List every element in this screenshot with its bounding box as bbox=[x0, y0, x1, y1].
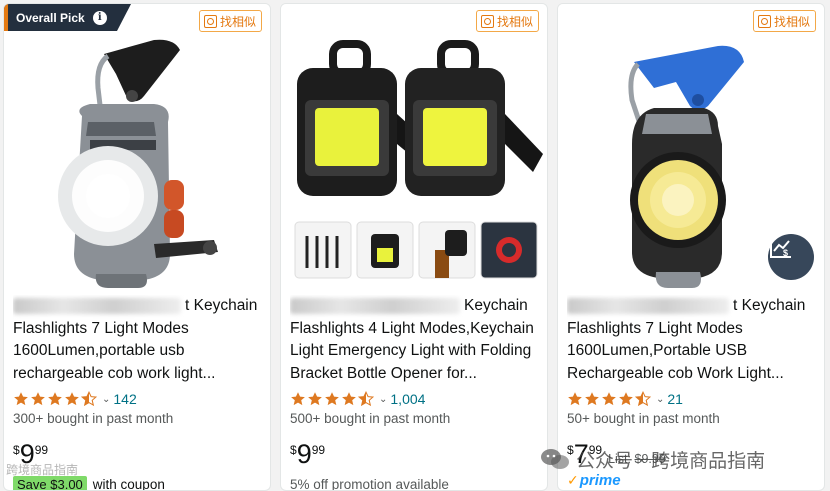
price-currency: $ bbox=[13, 443, 20, 457]
flashlight-image bbox=[58, 39, 218, 288]
star-half-icon bbox=[358, 391, 374, 407]
watermark: 公众号 · 跨境商品指南 bbox=[540, 444, 765, 474]
price-whole: 9 bbox=[296, 439, 312, 469]
product-grid: Overall Pick i 找相似 t Keychain Flashlight… bbox=[0, 0, 830, 491]
coupon-text: with coupon bbox=[92, 476, 165, 491]
search-similar-icon bbox=[480, 14, 494, 28]
bought-count: 500+ bought in past month bbox=[290, 411, 451, 426]
rating-row[interactable]: ⌄ 21 bbox=[567, 389, 816, 409]
info-icon[interactable]: i bbox=[92, 10, 107, 25]
star-full-icon bbox=[342, 392, 356, 406]
badge-label: Overall Pick bbox=[16, 10, 85, 25]
price-currency: $ bbox=[290, 443, 297, 457]
product-info: Keychain Flashlights 4 Light Modes,Keych… bbox=[290, 295, 539, 491]
blurred-brand bbox=[13, 298, 181, 314]
find-similar-label: 找相似 bbox=[773, 14, 810, 29]
price-chart-icon: $ bbox=[770, 237, 791, 258]
price[interactable]: $ 9 99 bbox=[290, 440, 539, 470]
product-title[interactable]: t Keychain Flashlights 7 Light Modes 160… bbox=[567, 295, 816, 385]
search-similar-icon bbox=[203, 14, 217, 28]
star-rating bbox=[290, 391, 374, 407]
watermark-overlay: 跨境商品指南 bbox=[6, 463, 79, 477]
product-card[interactable]: 找相似 $ t Keychain Flashlights 7 Light Mod… bbox=[557, 3, 825, 491]
chevron-down-icon[interactable]: ⌄ bbox=[102, 394, 110, 405]
star-full-icon bbox=[585, 392, 599, 406]
price-history-button[interactable]: $ bbox=[768, 234, 814, 280]
product-title[interactable]: t Keychain Flashlights 7 Light Modes 160… bbox=[13, 295, 262, 385]
star-full-icon bbox=[325, 392, 339, 406]
bought-count: 300+ bought in past month bbox=[13, 411, 174, 426]
star-full-icon bbox=[568, 392, 582, 406]
product-image[interactable]: 找相似 bbox=[281, 4, 547, 288]
bought-count: 50+ bought in past month bbox=[567, 411, 720, 426]
rating-row[interactable]: ⌄ 142 bbox=[13, 389, 262, 409]
star-full-icon bbox=[31, 392, 45, 406]
review-count[interactable]: 142 bbox=[113, 391, 136, 407]
find-similar-button[interactable]: 找相似 bbox=[475, 10, 539, 32]
product-image[interactable]: Overall Pick i 找相似 bbox=[4, 4, 270, 288]
prime-badge: ✓ prime bbox=[567, 472, 816, 489]
svg-text:$: $ bbox=[783, 248, 788, 258]
product-card[interactable]: Overall Pick i 找相似 t Keychain Flashlight… bbox=[3, 3, 271, 491]
review-count[interactable]: 21 bbox=[667, 391, 683, 407]
star-half-icon bbox=[81, 391, 97, 407]
product-title[interactable]: Keychain Flashlights 4 Light Modes,Keych… bbox=[290, 295, 539, 385]
star-full-icon bbox=[291, 392, 305, 406]
blurred-brand bbox=[567, 298, 729, 314]
chevron-down-icon[interactable]: ⌄ bbox=[379, 394, 387, 405]
title-rest: Flashlights 4 Light Modes,Keychain Light… bbox=[290, 319, 534, 382]
price-fraction: 99 bbox=[34, 443, 49, 457]
search-similar-icon bbox=[757, 14, 771, 28]
blurred-brand bbox=[290, 298, 460, 314]
star-full-icon bbox=[65, 392, 79, 406]
title-rest: Flashlights 7 Light Modes 1600Lumen,port… bbox=[13, 319, 216, 382]
overall-pick-badge[interactable]: Overall Pick i bbox=[4, 4, 131, 31]
star-full-icon bbox=[308, 392, 322, 406]
chevron-down-icon[interactable]: ⌄ bbox=[656, 394, 664, 405]
star-full-icon bbox=[619, 392, 633, 406]
rating-row[interactable]: ⌄ 1,004 bbox=[290, 389, 539, 409]
review-count[interactable]: 1,004 bbox=[390, 391, 425, 407]
star-full-icon bbox=[48, 392, 62, 406]
product-image[interactable]: 找相似 $ bbox=[558, 4, 824, 288]
wechat-icon bbox=[541, 449, 569, 469]
star-rating bbox=[13, 391, 97, 407]
price-fraction: 99 bbox=[311, 443, 326, 457]
prime-check-icon: ✓ bbox=[567, 472, 579, 488]
star-rating bbox=[567, 391, 651, 407]
watermark-text: 公众号 · 跨境商品指南 bbox=[576, 449, 766, 472]
star-full-icon bbox=[602, 392, 616, 406]
prime-label: prime bbox=[579, 472, 621, 489]
title-rest: Flashlights 7 Light Modes 1600Lumen,Port… bbox=[567, 319, 784, 382]
star-full-icon bbox=[14, 392, 28, 406]
find-similar-label: 找相似 bbox=[496, 14, 533, 29]
find-similar-button[interactable]: 找相似 bbox=[752, 10, 816, 32]
find-similar-label: 找相似 bbox=[219, 14, 256, 29]
star-half-icon bbox=[635, 391, 651, 407]
promotion-text[interactable]: 5% off promotion available bbox=[290, 474, 539, 491]
product-card[interactable]: 找相似 Keychain Flashlights 4 Light Modes,K… bbox=[280, 3, 548, 491]
flashlight-image bbox=[294, 40, 543, 279]
find-similar-button[interactable]: 找相似 bbox=[198, 10, 262, 32]
